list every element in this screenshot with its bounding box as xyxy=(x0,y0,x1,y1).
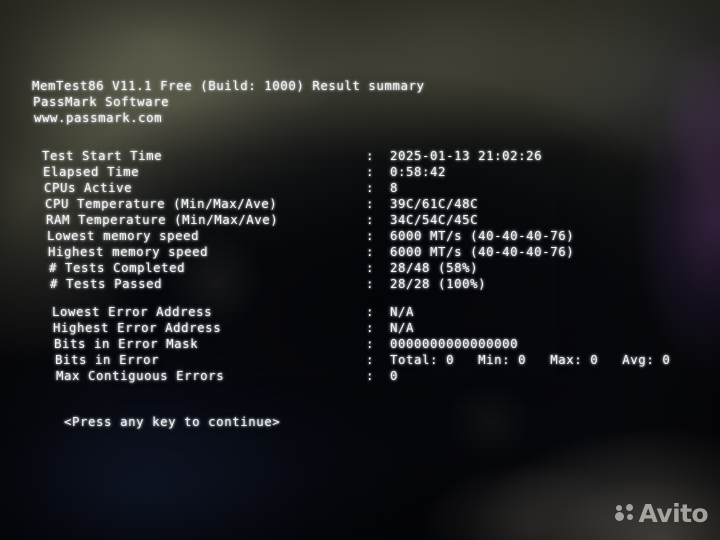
row-separator: : xyxy=(366,320,375,335)
row-value: N/A xyxy=(390,304,415,319)
row-value: 8 xyxy=(390,180,399,195)
avito-watermark: Avito xyxy=(614,499,709,528)
row-separator: : xyxy=(366,276,375,291)
row-separator: : xyxy=(366,368,375,383)
row-value: N/A xyxy=(390,320,415,335)
row-label: Highest Error Address xyxy=(53,320,222,335)
row-value: Total: 0 Min: 0 Max: 0 Avg: 0 xyxy=(390,352,671,367)
row-label: Lowest memory speed xyxy=(47,228,200,243)
row-value: 6000 MT/s (40-40-40-76) xyxy=(390,228,575,243)
row-label: Bits in Error Mask xyxy=(54,336,199,351)
summary-row: CPU Temperature (Min/Max/Ave) : 39C/61C/… xyxy=(45,196,478,212)
row-separator: : xyxy=(366,228,375,243)
monitor-photo: MemTest86 V11.1 Free (Build: 1000) Resul… xyxy=(0,0,720,540)
row-value: 34C/54C/45C xyxy=(390,212,479,227)
summary-row: Elapsed Time : 0:58:42 xyxy=(43,164,446,180)
avito-wordmark: Avito xyxy=(638,499,709,528)
summary-row: # Tests Passed : 28/28 (100%) xyxy=(50,276,486,292)
error-row: Bits in Error : Total: 0 Min: 0 Max: 0 A… xyxy=(55,352,670,368)
press-any-key-prompt[interactable]: <Press any key to continue> xyxy=(64,414,280,430)
error-row: Lowest Error Address : N/A xyxy=(52,304,413,320)
error-row: Highest Error Address : N/A xyxy=(53,320,413,336)
row-label: Highest memory speed xyxy=(48,244,209,259)
summary-row: Test Start Time : 2025-01-13 21:02:26 xyxy=(42,148,542,164)
row-value: 28/28 (100%) xyxy=(390,276,487,291)
row-value: 0:58:42 xyxy=(390,164,447,179)
row-separator: : xyxy=(366,180,375,195)
app-title-line: MemTest86 V11.1 Free (Build: 1000) Resul… xyxy=(32,78,425,93)
summary-row: Lowest memory speed : 6000 MT/s (40-40-4… xyxy=(47,228,574,244)
row-value: 0 xyxy=(390,368,399,383)
row-label: Bits in Error xyxy=(55,352,160,367)
row-label: Test Start Time xyxy=(42,148,163,163)
row-label: CPU Temperature (Min/Max/Ave) xyxy=(45,196,278,211)
vendor-line: PassMark Software xyxy=(33,94,170,109)
row-label: # Tests Passed xyxy=(50,276,163,291)
row-separator: : xyxy=(366,304,375,319)
avito-dots-icon xyxy=(614,504,634,523)
row-value: 2025-01-13 21:02:26 xyxy=(390,148,543,163)
memtest-screen: MemTest86 V11.1 Free (Build: 1000) Resul… xyxy=(0,0,720,540)
row-separator: : xyxy=(366,244,375,259)
row-separator: : xyxy=(366,196,375,211)
vendor-website-line: www.passmark.com xyxy=(34,110,163,125)
row-separator: : xyxy=(366,148,375,163)
error-row: Max Contiguous Errors : 0 xyxy=(56,368,397,384)
row-label: CPUs Active xyxy=(44,180,133,195)
row-separator: : xyxy=(366,212,375,227)
summary-row: CPUs Active : 8 xyxy=(44,180,397,196)
row-value: 6000 MT/s (40-40-40-76) xyxy=(390,244,575,259)
row-separator: : xyxy=(366,336,375,351)
row-separator: : xyxy=(366,164,375,179)
row-value: 28/48 (58%) xyxy=(390,260,479,275)
summary-row: # Tests Completed : 28/48 (58%) xyxy=(49,260,478,276)
row-label: Max Contiguous Errors xyxy=(56,368,225,383)
row-value: 0000000000000000 xyxy=(390,336,519,351)
row-label: # Tests Completed xyxy=(49,260,186,275)
row-label: Lowest Error Address xyxy=(52,304,213,319)
row-value: 39C/61C/48C xyxy=(390,196,479,211)
row-label: RAM Temperature (Min/Max/Ave) xyxy=(46,212,279,227)
error-row: Bits in Error Mask : 0000000000000000 xyxy=(54,336,518,352)
summary-row: Highest memory speed : 6000 MT/s (40-40-… xyxy=(48,244,574,260)
row-separator: : xyxy=(366,352,375,367)
row-separator: : xyxy=(366,260,375,275)
summary-row: RAM Temperature (Min/Max/Ave) : 34C/54C/… xyxy=(46,212,478,228)
row-label: Elapsed Time xyxy=(43,164,140,179)
